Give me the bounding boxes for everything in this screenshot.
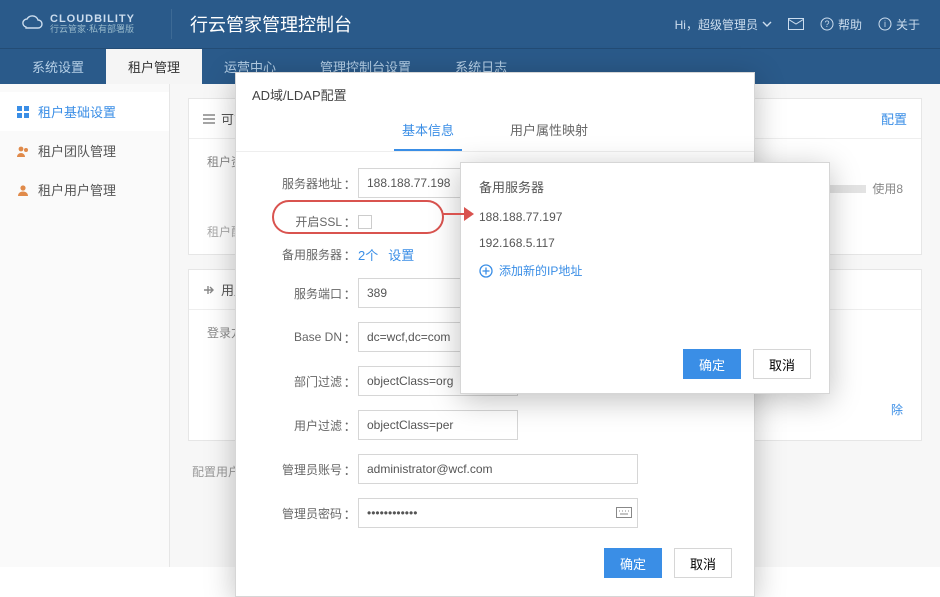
help-link[interactable]: ? 帮助 <box>820 16 862 33</box>
top-nav-tenant[interactable]: 租户管理 <box>106 49 202 84</box>
app-header: CLOUDBILITY 行云管家·私有部署版 行云管家管理控制台 Hi，超级管理… <box>0 0 940 48</box>
team-icon <box>16 144 30 158</box>
config-link[interactable]: 配置 <box>881 109 907 128</box>
backup-server-label: 备用服务器 <box>264 246 342 263</box>
add-ip-link[interactable]: 添加新的IP地址 <box>479 262 811 279</box>
keyboard-icon[interactable] <box>616 507 632 519</box>
user-icon <box>16 183 30 197</box>
backup-ip-item: 188.188.77.197 <box>479 210 811 224</box>
popover-ok-button[interactable]: 确定 <box>683 349 741 379</box>
mail-icon[interactable] <box>788 18 804 30</box>
dialog-title: AD域/LDAP配置 <box>236 73 754 112</box>
user-filter-input[interactable] <box>358 410 518 440</box>
info-icon: i <box>878 17 892 31</box>
grid-icon <box>16 105 30 119</box>
backup-ip-item: 192.168.5.117 <box>479 236 811 250</box>
svg-text:i: i <box>884 19 886 29</box>
tab-basic-info[interactable]: 基本信息 <box>394 112 462 151</box>
brand-logo: CLOUDBILITY 行云管家·私有部署版 <box>20 13 135 35</box>
about-link[interactable]: i 关于 <box>878 16 920 33</box>
admin-pass-input[interactable] <box>358 498 638 528</box>
login-icon <box>203 284 215 296</box>
dialog-ok-button[interactable]: 确定 <box>604 548 662 578</box>
user-greeting[interactable]: Hi，超级管理员 <box>675 16 772 33</box>
chevron-down-icon <box>762 19 772 29</box>
backup-server-popover: 备用服务器 188.188.77.197 192.168.5.117 添加新的I… <box>460 162 830 394</box>
popover-cancel-button[interactable]: 取消 <box>753 349 811 379</box>
sidebar-item-label: 租户用户管理 <box>38 180 116 199</box>
sidebar-item-user[interactable]: 租户用户管理 <box>0 170 169 209</box>
backup-count[interactable]: 2个 <box>358 245 378 264</box>
list-icon <box>203 114 215 124</box>
svg-text:?: ? <box>824 19 829 29</box>
page-title: 行云管家管理控制台 <box>190 11 352 37</box>
dialog-cancel-button[interactable]: 取消 <box>674 548 732 578</box>
popover-title: 备用服务器 <box>479 177 811 196</box>
delete-link-partial[interactable]: 除 <box>891 403 903 417</box>
admin-user-input[interactable] <box>358 454 638 484</box>
help-icon: ? <box>820 17 834 31</box>
base-dn-label: Base DN <box>264 330 342 344</box>
cloud-logo-icon <box>20 14 44 34</box>
sidebar-item-label: 租户基础设置 <box>38 102 116 121</box>
dept-filter-label: 部门过滤 <box>264 373 342 390</box>
sidebar-item-basic[interactable]: 租户基础设置 <box>0 92 169 131</box>
port-label: 服务端口 <box>264 285 342 302</box>
admin-user-label: 管理员账号 <box>264 461 342 478</box>
header-divider <box>171 9 172 39</box>
sidebar: 租户基础设置 租户团队管理 租户用户管理 <box>0 84 170 567</box>
server-addr-label: 服务器地址 <box>264 175 342 192</box>
top-nav-system[interactable]: 系统设置 <box>10 49 106 84</box>
backup-setup-link[interactable]: 设置 <box>388 245 414 264</box>
user-filter-label: 用户过滤 <box>264 417 342 434</box>
usage-label: 使用8 <box>872 180 903 197</box>
admin-pass-label: 管理员密码 <box>264 505 342 522</box>
plus-circle-icon <box>479 264 493 278</box>
ssl-checkbox[interactable] <box>358 215 372 229</box>
brand-sub: 行云管家·私有部署版 <box>50 25 135 35</box>
ssl-label: 开启SSL <box>264 213 342 230</box>
tab-attr-mapping[interactable]: 用户属性映射 <box>502 112 596 151</box>
sidebar-item-team[interactable]: 租户团队管理 <box>0 131 169 170</box>
sidebar-item-label: 租户团队管理 <box>38 141 116 160</box>
